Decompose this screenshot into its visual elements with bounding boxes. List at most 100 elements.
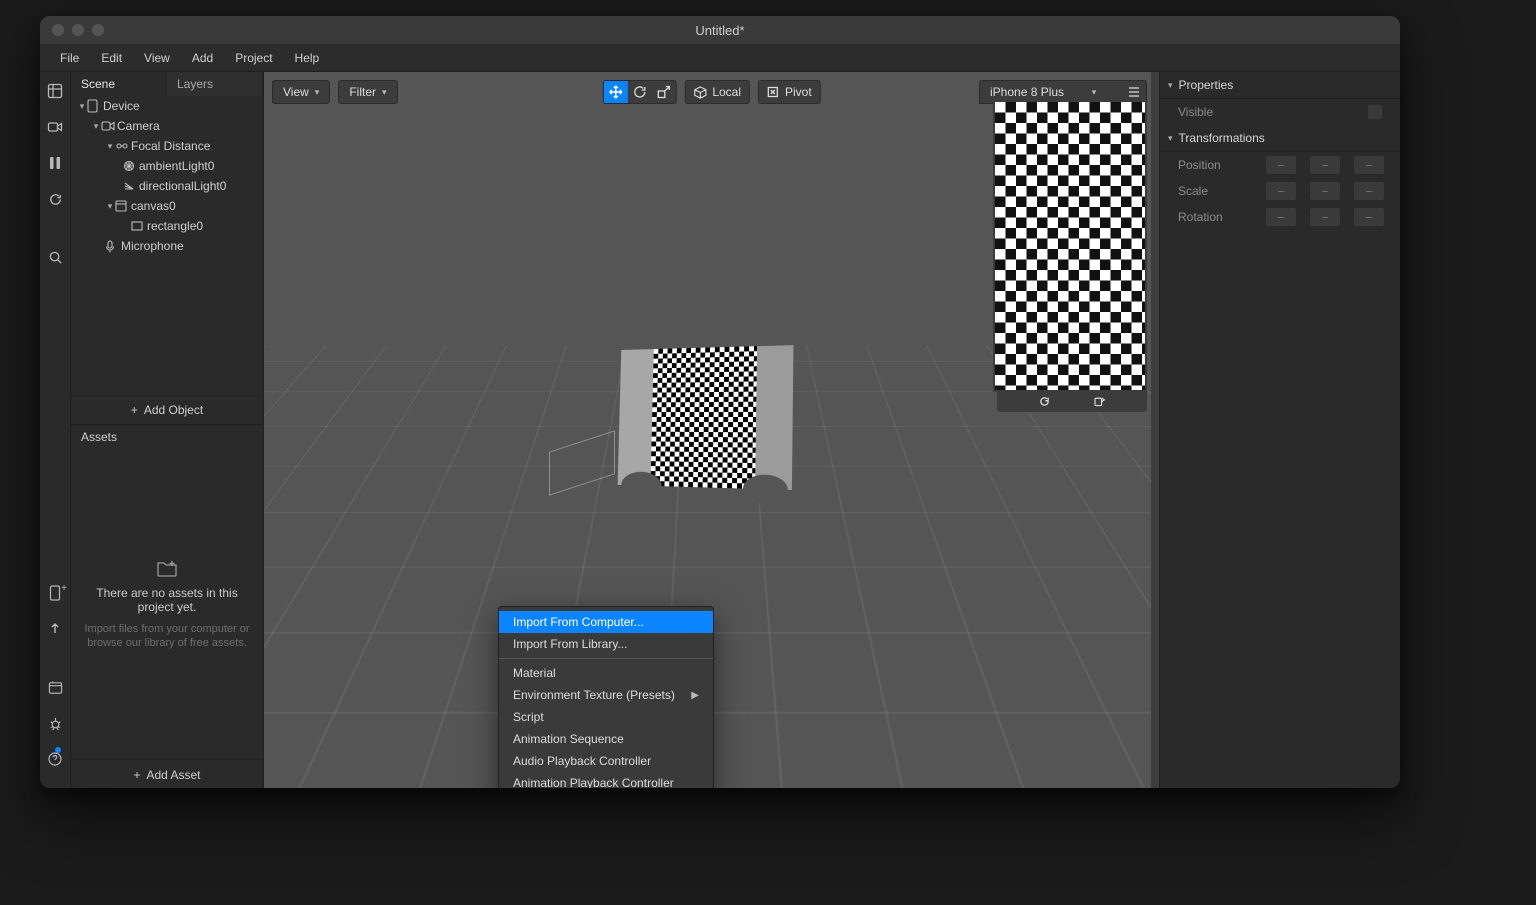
ctx-import-library[interactable]: Import From Library... <box>499 633 713 655</box>
ctx-label: Animation Playback Controller <box>513 776 674 788</box>
view-dropdown[interactable]: View ▾ <box>272 80 330 104</box>
device-icon[interactable]: + <box>44 582 66 604</box>
tree-device[interactable]: ▾ Device <box>71 96 263 116</box>
position-x-input[interactable]: – <box>1266 156 1296 174</box>
tab-layers[interactable]: Layers <box>167 72 263 96</box>
rotation-y-input[interactable]: – <box>1310 208 1340 226</box>
tree-rect[interactable]: rectangle0 <box>71 216 263 236</box>
tree-ambient[interactable]: ambientLight0 <box>71 156 263 176</box>
properties-panel: ▾ Properties Visible ▾ Transformations P… <box>1159 72 1400 788</box>
device-preview <box>993 102 1147 392</box>
ctx-label: Environment Texture (Presets) <box>513 688 675 702</box>
video-icon[interactable] <box>44 116 66 138</box>
device-preview-label: iPhone 8 Plus <box>990 85 1064 99</box>
filter-dropdown[interactable]: Filter ▾ <box>338 80 397 104</box>
menu-file[interactable]: File <box>50 47 89 69</box>
tree-focal[interactable]: ▾ Focal Distance <box>71 136 263 156</box>
menu-project[interactable]: Project <box>225 47 282 69</box>
help-icon[interactable] <box>44 748 66 770</box>
menu-add[interactable]: Add <box>182 47 223 69</box>
scale-x-input[interactable]: – <box>1266 182 1296 200</box>
minimize-traffic-light[interactable] <box>72 24 84 36</box>
ctx-anim-seq[interactable]: Animation Sequence <box>499 728 713 750</box>
add-asset-context-menu: Import From Computer... Import From Libr… <box>498 606 714 788</box>
refresh-icon[interactable] <box>1038 395 1051 408</box>
plus-icon: + <box>133 768 140 782</box>
transformations-header[interactable]: ▾ Transformations <box>1160 125 1400 152</box>
library-icon[interactable] <box>44 676 66 698</box>
ctx-anim-ctl[interactable]: Animation Playback Controller <box>499 772 713 788</box>
transformations-label: Transformations <box>1179 131 1265 145</box>
bug-icon[interactable] <box>44 712 66 734</box>
ctx-label: Animation Sequence <box>513 732 624 746</box>
tree-label: canvas0 <box>131 199 176 213</box>
add-asset-button[interactable]: + Add Asset <box>71 759 263 788</box>
tree-canvas[interactable]: ▾ canvas0 <box>71 196 263 216</box>
menu-help[interactable]: Help <box>285 47 330 69</box>
position-row: Position – – – <box>1160 152 1400 178</box>
assets-empty-text: There are no assets in this project yet. <box>81 586 253 614</box>
ctx-audio-ctl[interactable]: Audio Playback Controller <box>499 750 713 772</box>
rotation-z-input[interactable]: – <box>1354 208 1384 226</box>
ctx-env-texture[interactable]: Environment Texture (Presets) ▶ <box>499 684 713 706</box>
properties-header[interactable]: ▾ Properties <box>1160 72 1400 99</box>
local-toggle[interactable]: Local <box>684 80 750 104</box>
layout-icon[interactable] <box>44 80 66 102</box>
tool-rail: + <box>40 72 71 788</box>
reset-icon[interactable] <box>1093 395 1106 408</box>
scale-tool-icon[interactable] <box>651 81 675 103</box>
ctx-label: Import From Library... <box>513 637 627 651</box>
ctx-script[interactable]: Script <box>499 706 713 728</box>
scale-row: Scale – – – <box>1160 178 1400 204</box>
menu-view[interactable]: View <box>134 47 180 69</box>
tree-directional[interactable]: directionalLight0 <box>71 176 263 196</box>
scene-tree: ▾ Device ▾ Camera ▾ <box>71 96 263 395</box>
pause-icon[interactable] <box>44 152 66 174</box>
zoom-traffic-light[interactable] <box>92 24 104 36</box>
scale-z-input[interactable]: – <box>1354 182 1384 200</box>
tree-label: directionalLight0 <box>139 179 226 193</box>
close-traffic-light[interactable] <box>52 24 64 36</box>
assets-title: Assets <box>71 425 263 449</box>
ctx-label: Material <box>513 666 556 680</box>
rotation-x-input[interactable]: – <box>1266 208 1296 226</box>
assets-empty-state: There are no assets in this project yet.… <box>71 449 263 759</box>
position-y-input[interactable]: – <box>1310 156 1340 174</box>
refresh-icon[interactable] <box>44 188 66 210</box>
ctx-material[interactable]: Material <box>499 662 713 684</box>
rotate-tool-icon[interactable] <box>627 81 651 103</box>
viewport-scrollbar[interactable] <box>1151 72 1159 788</box>
viewport[interactable]: View ▾ Filter ▾ <box>264 72 1159 788</box>
tree-label: ambientLight0 <box>139 159 214 173</box>
scale-y-input[interactable]: – <box>1310 182 1340 200</box>
window-title: Untitled* <box>40 23 1400 38</box>
visible-row: Visible <box>1160 99 1400 125</box>
search-icon[interactable] <box>44 246 66 268</box>
position-z-input[interactable]: – <box>1354 156 1384 174</box>
add-asset-label: Add Asset <box>146 768 200 782</box>
move-tool-icon[interactable] <box>603 81 627 103</box>
device-preview-footer <box>997 390 1147 412</box>
folder-plus-icon <box>156 558 178 578</box>
pivot-label: Pivot <box>785 85 812 99</box>
pivot-toggle[interactable]: Pivot <box>758 80 821 104</box>
tab-scene[interactable]: Scene <box>71 72 167 96</box>
tree-label: Camera <box>117 119 160 133</box>
tree-camera[interactable]: ▾ Camera <box>71 116 263 136</box>
tree-label: rectangle0 <box>147 219 203 233</box>
tree-label: Focal Distance <box>131 139 210 153</box>
menu-edit[interactable]: Edit <box>91 47 132 69</box>
upload-icon[interactable] <box>44 618 66 640</box>
add-object-button[interactable]: + Add Object <box>71 395 263 424</box>
ctx-label: Script <box>513 710 544 724</box>
properties-label: Properties <box>1179 78 1234 92</box>
scene-canvas-object[interactable] <box>613 347 793 487</box>
menu-icon[interactable] <box>1128 87 1140 97</box>
ctx-label: Audio Playback Controller <box>513 754 651 768</box>
device-preview-header[interactable]: iPhone 8 Plus ▾ <box>979 80 1147 104</box>
pivot-icon <box>767 86 779 98</box>
visible-checkbox[interactable] <box>1368 105 1382 119</box>
tree-mic[interactable]: Microphone <box>71 236 263 256</box>
left-panel: Scene Layers ▾ Device ▾ <box>71 72 264 788</box>
ctx-import-computer[interactable]: Import From Computer... <box>499 611 713 633</box>
